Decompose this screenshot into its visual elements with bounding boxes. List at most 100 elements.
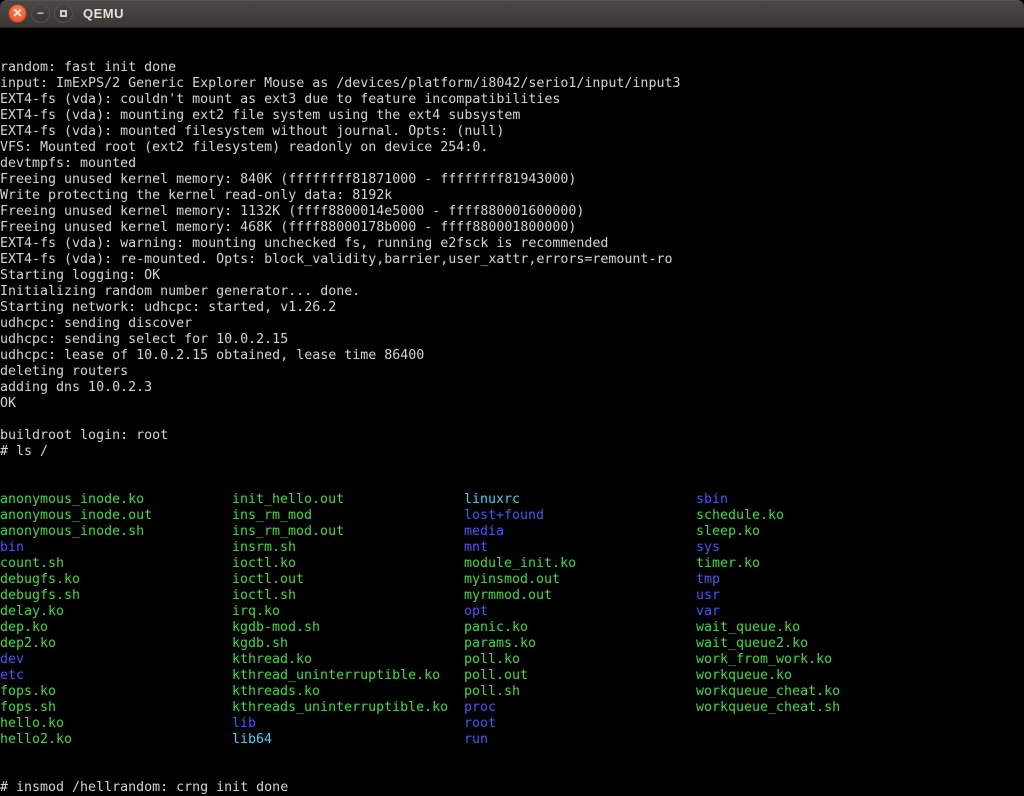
console-line: Starting logging: OK (0, 268, 1024, 284)
console-line: EXT4-fs (vda): warning: mounting uncheck… (0, 236, 1024, 252)
file-entry: work_from_work.ko (696, 652, 928, 668)
file-entry: kthread.ko (232, 652, 464, 668)
shell-log: # insmod /hellrandom: crng init done# in… (0, 780, 1024, 796)
qemu-window: ✕ − QEMU random: fast init doneinput: Im… (0, 0, 1024, 796)
console-line: OK (0, 396, 1024, 412)
console-line: Initializing random number generator... … (0, 284, 1024, 300)
directory-entry: sbin (696, 492, 928, 508)
ls-column: init_hello.outins_rm_modins_rm_mod.outin… (232, 492, 464, 748)
file-entry: fops.sh (0, 700, 232, 716)
file-entry: anonymous_inode.ko (0, 492, 232, 508)
console-line: input: ImExPS/2 Generic Explorer Mouse a… (0, 76, 1024, 92)
console-line: devtmpfs: mounted (0, 156, 1024, 172)
file-entry: sleep.ko (696, 524, 928, 540)
minimize-icon: − (37, 7, 44, 19)
file-entry: debugfs.sh (0, 588, 232, 604)
minimize-button[interactable]: − (31, 4, 50, 23)
ls-column: anonymous_inode.koanonymous_inode.outano… (0, 492, 232, 748)
file-entry: kgdb.sh (232, 636, 464, 652)
directory-entry: usr (696, 588, 928, 604)
console-line: deleting routers (0, 364, 1024, 380)
symlink-entry: lib64 (232, 732, 464, 748)
console-line: udhcpc: lease of 10.0.2.15 obtained, lea… (0, 348, 1024, 364)
console-line: Freeing unused kernel memory: 468K (ffff… (0, 220, 1024, 236)
console-line: udhcpc: sending select for 10.0.2.15 (0, 332, 1024, 348)
file-entry: debugfs.ko (0, 572, 232, 588)
file-entry: wait_queue2.ko (696, 636, 928, 652)
maximize-icon (60, 10, 67, 17)
directory-entry: lib (232, 716, 464, 732)
file-entry: insrm.sh (232, 540, 464, 556)
console-line: Starting network: udhcpc: started, v1.26… (0, 300, 1024, 316)
titlebar[interactable]: ✕ − QEMU (0, 0, 1024, 28)
directory-entry: bin (0, 540, 232, 556)
file-entry: schedule.ko (696, 508, 928, 524)
console-line: EXT4-fs (vda): mounted filesystem withou… (0, 124, 1024, 140)
directory-entry: opt (464, 604, 696, 620)
directory-entry: sys (696, 540, 928, 556)
file-entry: workqueue_cheat.sh (696, 700, 928, 716)
console-line: VFS: Mounted root (ext2 filesystem) read… (0, 140, 1024, 156)
console-line: Write protecting the kernel read-only da… (0, 188, 1024, 204)
file-entry: anonymous_inode.out (0, 508, 232, 524)
console-line: random: fast init done (0, 60, 1024, 76)
directory-entry: run (464, 732, 696, 748)
file-entry: dep.ko (0, 620, 232, 636)
terminal-screen[interactable]: random: fast init doneinput: ImExPS/2 Ge… (0, 28, 1024, 796)
file-entry: wait_queue.ko (696, 620, 928, 636)
file-entry: ins_rm_mod.out (232, 524, 464, 540)
directory-entry: etc (0, 668, 232, 684)
file-entry: dep2.ko (0, 636, 232, 652)
file-entry: delay.ko (0, 604, 232, 620)
ls-column: linuxrclost+foundmediamntmodule_init.kom… (464, 492, 696, 748)
file-entry: params.ko (464, 636, 696, 652)
file-entry: count.sh (0, 556, 232, 572)
file-entry: anonymous_inode.sh (0, 524, 232, 540)
console-line: Freeing unused kernel memory: 840K (ffff… (0, 172, 1024, 188)
file-entry: ioctl.sh (232, 588, 464, 604)
file-entry: kgdb-mod.sh (232, 620, 464, 636)
file-entry: workqueue_cheat.ko (696, 684, 928, 700)
file-entry: poll.out (464, 668, 696, 684)
file-entry: myinsmod.out (464, 572, 696, 588)
directory-entry: mnt (464, 540, 696, 556)
file-entry: myrmmod.out (464, 588, 696, 604)
directory-entry: media (464, 524, 696, 540)
file-entry: panic.ko (464, 620, 696, 636)
ls-column: sbinschedule.kosleep.kosystimer.kotmpusr… (696, 492, 928, 748)
file-entry: poll.sh (464, 684, 696, 700)
file-entry: workqueue.ko (696, 668, 928, 684)
symlink-entry: linuxrc (464, 492, 696, 508)
file-entry: ioctl.out (232, 572, 464, 588)
console-line: EXT4-fs (vda): re-mounted. Opts: block_v… (0, 252, 1024, 268)
file-entry: kthreads.ko (232, 684, 464, 700)
directory-entry: dev (0, 652, 232, 668)
file-entry: ioctl.ko (232, 556, 464, 572)
file-entry: timer.ko (696, 556, 928, 572)
file-entry: irq.ko (232, 604, 464, 620)
close-button[interactable]: ✕ (8, 4, 27, 23)
console-line: Freeing unused kernel memory: 1132K (fff… (0, 204, 1024, 220)
close-icon: ✕ (12, 7, 22, 19)
console-line: EXT4-fs (vda): couldn't mount as ext3 du… (0, 92, 1024, 108)
file-entry: fops.ko (0, 684, 232, 700)
directory-entry: tmp (696, 572, 928, 588)
ls-listing: anonymous_inode.koanonymous_inode.outano… (0, 492, 1024, 748)
console-line: adding dns 10.0.2.3 (0, 380, 1024, 396)
console-line: # ls / (0, 444, 1024, 460)
console-line: udhcpc: sending discover (0, 316, 1024, 332)
file-entry: hello.ko (0, 716, 232, 732)
directory-entry: proc (464, 700, 696, 716)
file-entry: kthreads_uninterruptible.ko (232, 700, 464, 716)
file-entry: poll.ko (464, 652, 696, 668)
directory-entry: var (696, 604, 928, 620)
file-entry: hello2.ko (0, 732, 232, 748)
directory-entry: lost+found (464, 508, 696, 524)
maximize-button[interactable] (54, 4, 73, 23)
directory-entry: root (464, 716, 696, 732)
file-entry: ins_rm_mod (232, 508, 464, 524)
console-line: buildroot login: root (0, 428, 1024, 444)
window-title: QEMU (83, 6, 124, 21)
file-entry: init_hello.out (232, 492, 464, 508)
file-entry: module_init.ko (464, 556, 696, 572)
